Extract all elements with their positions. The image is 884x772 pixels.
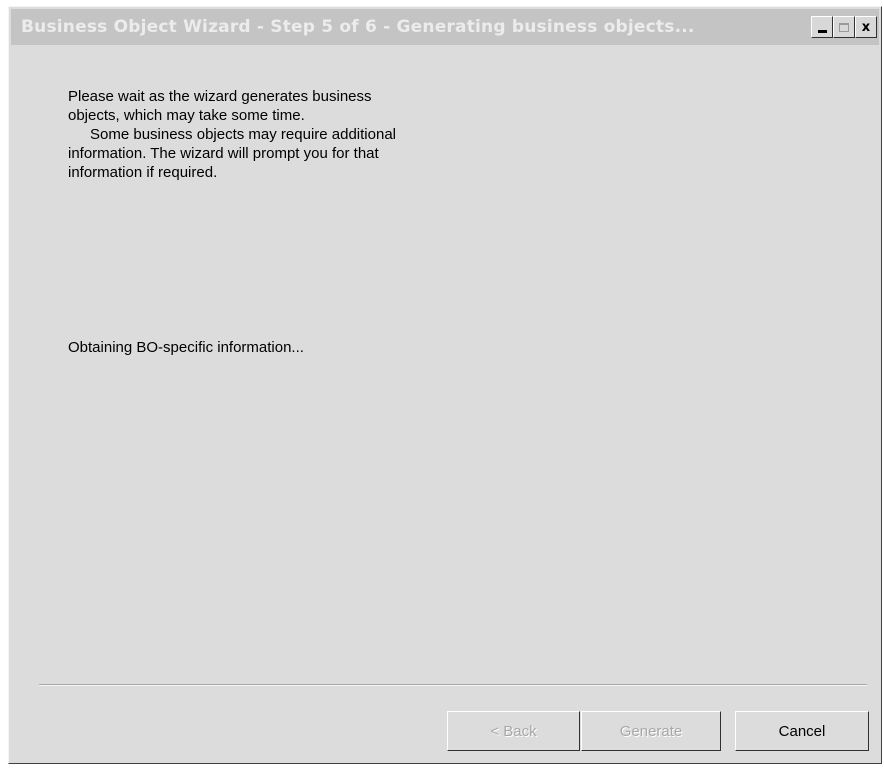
intro-paragraph-info: Some business objects may require additi… [68, 126, 396, 181]
intro-paragraph-wait: Please wait as the wizard generates busi… [68, 88, 372, 124]
close-icon: x [861, 19, 871, 35]
footer-divider [39, 684, 867, 686]
status-message: Obtaining BO-specific information... [68, 339, 304, 356]
intro-text: Please wait as the wizard generates busi… [68, 87, 398, 182]
close-button[interactable]: x [855, 16, 877, 38]
wizard-window: Business Object Wizard - Step 5 of 6 - G… [8, 6, 882, 764]
minimize-button[interactable] [811, 16, 833, 38]
window-title: Business Object Wizard - Step 5 of 6 - G… [21, 17, 695, 37]
back-button[interactable]: < Back [447, 711, 580, 751]
maximize-button[interactable] [833, 16, 855, 38]
generate-button[interactable]: Generate [581, 711, 721, 751]
title-bar[interactable]: Business Object Wizard - Step 5 of 6 - G… [11, 9, 879, 45]
window-controls: x [811, 16, 877, 38]
maximize-icon [839, 22, 849, 32]
minimize-icon [817, 30, 827, 33]
cancel-button[interactable]: Cancel [735, 711, 869, 751]
